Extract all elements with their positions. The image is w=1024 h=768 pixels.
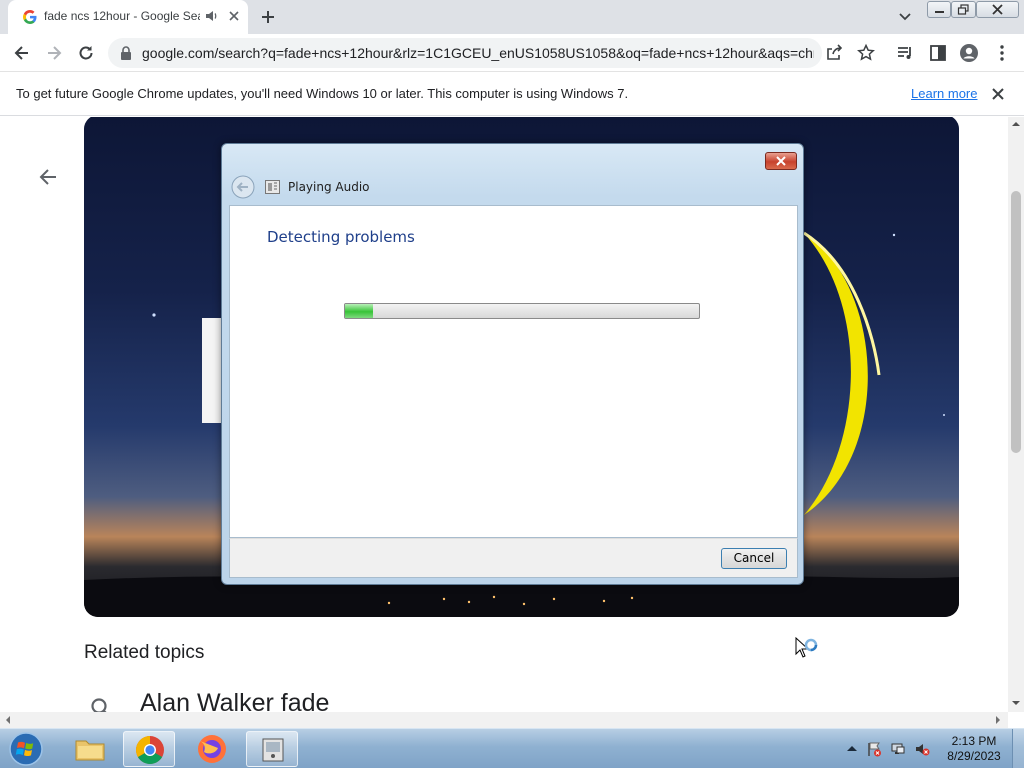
progress-fill <box>345 304 374 318</box>
scroll-up-icon[interactable] <box>1008 117 1024 131</box>
window-minimize-button[interactable] <box>927 1 951 18</box>
infobar-close-icon[interactable] <box>990 86 1006 102</box>
close-icon <box>992 4 1003 15</box>
troubleshooter-dialog: Playing Audio Detecting problems Cancel <box>221 143 804 585</box>
clock-date: 8/29/2023 <box>947 749 1001 763</box>
folder-icon <box>75 740 105 761</box>
taskbar: 2:13 PM 8/29/2023 <box>0 728 1024 768</box>
volume-muted-icon[interactable] <box>914 741 930 757</box>
tab-close-icon[interactable] <box>226 8 242 24</box>
action-center-flag-icon[interactable] <box>866 741 882 757</box>
firefox-icon <box>198 735 226 763</box>
chrome-icon <box>136 736 164 764</box>
related-topics-heading: Related topics <box>84 642 205 663</box>
close-icon <box>776 156 786 166</box>
dialog-content: Detecting problems <box>229 205 798 538</box>
progress-bar <box>344 303 700 319</box>
taskbar-firefox[interactable] <box>186 731 238 767</box>
dialog-footer: Cancel <box>229 538 798 578</box>
scroll-left-icon[interactable] <box>0 712 16 728</box>
horizontal-scrollbar[interactable] <box>0 712 1008 728</box>
profile-avatar-icon[interactable] <box>959 43 979 63</box>
scroll-right-icon[interactable] <box>990 712 1006 728</box>
lock-icon[interactable] <box>120 46 132 60</box>
tab-strip: fade ncs 12hour - Google Search <box>0 0 1024 34</box>
address-bar[interactable]: google.com/search?q=fade+ncs+12hour&rlz=… <box>108 38 822 68</box>
share-icon[interactable] <box>824 43 844 63</box>
google-icon <box>23 10 37 24</box>
show-hidden-icons-icon[interactable] <box>844 741 860 757</box>
taskbar-troubleshooter[interactable] <box>246 731 298 767</box>
new-tab-icon[interactable] <box>258 7 278 27</box>
more-menu-icon[interactable] <box>992 43 1012 63</box>
back-arrow-icon[interactable] <box>36 165 60 189</box>
scroll-down-icon[interactable] <box>1008 696 1024 710</box>
update-infobar: To get future Google Chrome updates, you… <box>0 72 1024 116</box>
dialog-back-icon[interactable] <box>231 175 255 199</box>
window-restore-button[interactable] <box>951 1 976 18</box>
bookmark-star-icon[interactable] <box>856 43 876 63</box>
tab-title: fade ncs 12hour - Google Search <box>44 9 200 23</box>
busy-cursor-icon <box>795 637 818 658</box>
window-close-button[interactable] <box>976 1 1019 18</box>
vertical-scrollbar[interactable] <box>1008 117 1024 712</box>
cancel-button[interactable]: Cancel <box>721 548 787 569</box>
clock-time: 2:13 PM <box>951 734 997 748</box>
dialog-title: Playing Audio <box>288 180 370 194</box>
start-button-icon[interactable] <box>6 731 46 767</box>
search-icon <box>91 698 107 712</box>
vertical-scroll-thumb[interactable] <box>1011 191 1021 453</box>
media-controls-icon[interactable] <box>895 43 915 63</box>
taskbar-chrome[interactable] <box>123 731 175 767</box>
audio-playing-icon[interactable] <box>204 9 218 23</box>
show-desktop-button[interactable] <box>1012 729 1024 768</box>
taskbar-explorer[interactable] <box>64 731 116 767</box>
dialog-heading: Detecting problems <box>267 228 415 246</box>
taskbar-clock[interactable]: 2:13 PM 8/29/2023 <box>938 734 1010 764</box>
back-icon[interactable] <box>12 43 32 63</box>
url-text[interactable]: google.com/search?q=fade+ncs+12hour&rlz=… <box>142 45 814 61</box>
troubleshooter-icon <box>265 180 280 194</box>
browser-tab[interactable]: fade ncs 12hour - Google Search <box>8 0 248 34</box>
tab-search-chevron-icon[interactable] <box>896 9 914 25</box>
network-icon[interactable] <box>890 741 906 757</box>
browser-toolbar: google.com/search?q=fade+ncs+12hour&rlz=… <box>0 34 1024 72</box>
related-topic-item[interactable]: Alan Walker fade <box>140 689 329 712</box>
minimize-icon <box>935 11 944 13</box>
reload-icon[interactable] <box>76 43 96 63</box>
restore-icon <box>957 4 969 15</box>
troubleshooter-icon <box>262 738 284 762</box>
side-panel-icon[interactable] <box>928 43 948 63</box>
forward-icon[interactable] <box>44 43 64 63</box>
learn-more-link[interactable]: Learn more <box>911 86 977 101</box>
infobar-message: To get future Google Chrome updates, you… <box>16 86 629 101</box>
dialog-close-button[interactable] <box>765 152 797 170</box>
